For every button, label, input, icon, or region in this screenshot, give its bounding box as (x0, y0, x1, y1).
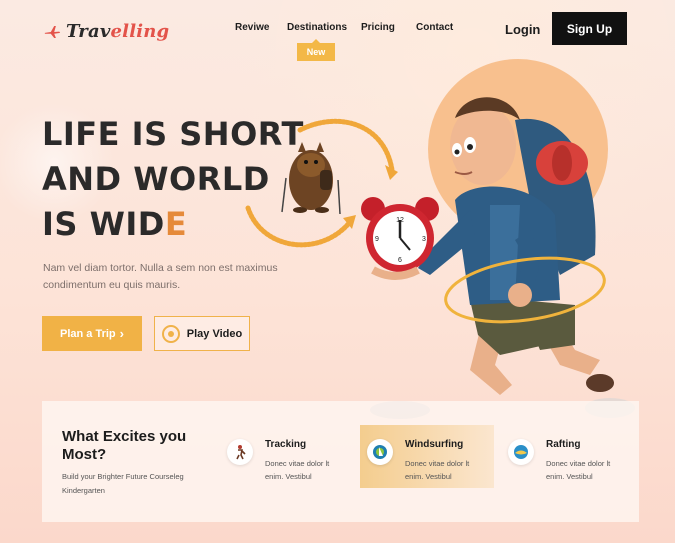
hero-title-line3-part2: E (164, 205, 188, 243)
hero-title-line1: LIFE IS SHORT (42, 115, 304, 153)
login-link[interactable]: Login (505, 22, 540, 37)
chevron-right-icon: › (119, 326, 124, 341)
feature-title: Tracking (265, 439, 307, 450)
feature-desc: Donec vitae dolor lt enim. Vestibul (265, 459, 330, 481)
excites-subtitle: Build your Brighter Future Courseleg Kin… (62, 472, 184, 495)
signup-button[interactable]: Sign Up (552, 12, 627, 45)
hero-description: Nam vel diam tortor. Nulla a sem non est… (43, 262, 278, 291)
hero-title-line3-part1: IS WID (42, 205, 165, 243)
logo-text-part2: elling (110, 21, 170, 42)
feature-desc: Donec vitae dolor lt enim. Vestibul (546, 459, 611, 481)
nav-item-destinations[interactable]: Destinations (287, 22, 347, 33)
hiker-icon (227, 439, 253, 465)
logo-text-part1: Trav (66, 21, 111, 42)
airplane-icon (44, 25, 61, 38)
feature-desc: Donec vitae dolor lt enim. Vestibul (405, 459, 470, 481)
nav-item-pricing[interactable]: Pricing (361, 22, 395, 33)
hero-title-line2: AND WORLD (42, 160, 270, 198)
play-video-label: Play Video (186, 327, 243, 340)
plan-trip-label: Plan a Trip (60, 327, 116, 340)
raft-icon (508, 439, 534, 465)
windsurf-icon (367, 439, 393, 465)
feature-windsurfing[interactable]: Windsurfing Donec vitae dolor lt enim. V… (360, 425, 494, 488)
feature-tracking[interactable]: Tracking Donec vitae dolor lt enim. Vest… (220, 425, 354, 488)
nav-item-reviwe[interactable]: Reviwe (235, 22, 269, 33)
excites-panel: What Excites you Most? Build your Bright… (42, 401, 639, 522)
play-icon (161, 324, 180, 343)
logo[interactable]: Travelling (44, 21, 169, 42)
feature-title: Windsurfing (405, 439, 464, 450)
excites-title: What Excites you Most? (62, 428, 187, 463)
hero-title: LIFE IS SHORT AND WORLD IS WIDE (42, 112, 304, 247)
feature-title: Rafting (546, 439, 581, 450)
new-badge: New (297, 39, 335, 61)
hero-title-line3: IS WIDE (42, 202, 304, 247)
play-video-button[interactable]: Play Video (154, 316, 250, 351)
logo-text: Travelling (66, 21, 169, 42)
nav-item-contact[interactable]: Contact (416, 22, 453, 33)
feature-rafting[interactable]: Rafting Donec vitae dolor lt enim. Vesti… (501, 425, 635, 488)
plan-trip-button[interactable]: Plan a Trip › (42, 316, 142, 351)
